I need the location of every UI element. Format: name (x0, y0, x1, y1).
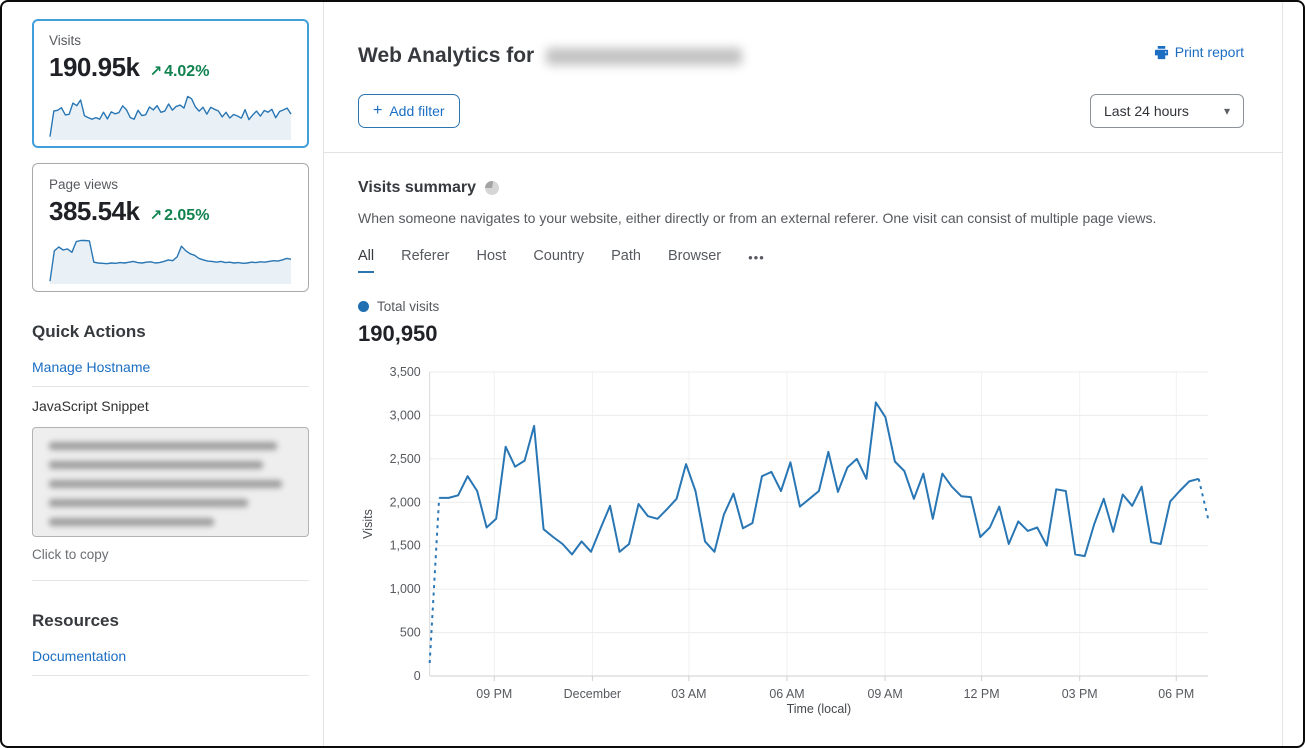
chart-legend: Total visits (358, 299, 1244, 314)
add-filter-button[interactable]: + Add filter (358, 94, 460, 128)
svg-text:December: December (564, 687, 621, 701)
summary-tabs: All Referer Host Country Path Browser ••• (358, 248, 1244, 273)
tab-browser[interactable]: Browser (668, 248, 721, 273)
tab-referer[interactable]: Referer (401, 248, 449, 273)
metric-delta-value: 2.05% (164, 207, 209, 224)
add-filter-label: Add filter (389, 103, 444, 119)
svg-text:3,500: 3,500 (390, 365, 421, 379)
total-visits-value: 190,950 (358, 321, 1244, 347)
svg-text:06 AM: 06 AM (769, 687, 804, 701)
tab-country[interactable]: Country (533, 248, 584, 273)
visits-summary-description: When someone navigates to your website, … (358, 210, 1244, 226)
svg-text:Visits: Visits (361, 509, 375, 539)
svg-text:3,000: 3,000 (390, 408, 421, 422)
svg-text:09 PM: 09 PM (476, 687, 512, 701)
time-range-value: Last 24 hours (1104, 103, 1189, 119)
metric-delta: ↗4.02% (149, 62, 209, 81)
page-title-text: Web Analytics for (358, 44, 534, 68)
snippet-blurred-lines (49, 442, 292, 526)
chevron-down-icon: ▾ (1224, 104, 1230, 118)
app-window: Visits 190.95k ↗4.02% Page views 385.54k… (0, 0, 1305, 748)
svg-text:Time (local): Time (local) (787, 702, 852, 716)
print-report-button[interactable]: Print report (1154, 44, 1244, 60)
main-header: Web Analytics for Print report + Add fil… (324, 2, 1282, 152)
svg-text:0: 0 (414, 669, 421, 683)
resources-heading: Resources (32, 611, 309, 631)
svg-text:12 PM: 12 PM (964, 687, 1000, 701)
svg-text:1,000: 1,000 (390, 582, 421, 596)
svg-text:2,000: 2,000 (390, 495, 421, 509)
tab-path[interactable]: Path (611, 248, 641, 273)
legend-dot-icon (358, 301, 369, 312)
metric-delta-value: 4.02% (164, 63, 209, 80)
svg-text:09 AM: 09 AM (867, 687, 902, 701)
printer-icon (1154, 45, 1169, 60)
main-panel: Web Analytics for Print report + Add fil… (323, 2, 1283, 746)
tab-all[interactable]: All (358, 248, 374, 273)
metric-value: 190.95k (49, 52, 139, 83)
metric-label: Visits (49, 33, 292, 48)
metric-card-page-views[interactable]: Page views 385.54k ↗2.05% (32, 163, 309, 292)
metric-label: Page views (49, 177, 292, 192)
visits-summary-title: Visits summary (358, 179, 476, 197)
svg-text:06 PM: 06 PM (1158, 687, 1194, 701)
page-views-sparkline-chart (49, 233, 292, 285)
metric-delta: ↗2.05% (149, 206, 209, 225)
documentation-row: Documentation (32, 637, 309, 676)
sidebar-divider (32, 580, 309, 581)
pie-chart-icon (485, 181, 499, 195)
svg-text:1,500: 1,500 (390, 539, 421, 553)
time-range-dropdown[interactable]: Last 24 hours ▾ (1090, 94, 1244, 128)
click-to-copy-hint: Click to copy (32, 547, 309, 562)
svg-text:2,500: 2,500 (390, 452, 421, 466)
manage-hostname-link[interactable]: Manage Hostname (32, 359, 150, 375)
svg-text:03 PM: 03 PM (1062, 687, 1098, 701)
trend-up-icon: ↗ (149, 207, 162, 224)
visits-line-chart-svg: 09 PM December 03 AM 06 AM 09 AM 12 PM 03 PM 06… (358, 359, 1242, 717)
sidebar: Visits 190.95k ↗4.02% Page views 385.54k… (2, 2, 323, 746)
svg-text:03 AM: 03 AM (671, 687, 706, 701)
visits-sparkline-chart (49, 89, 292, 141)
quick-actions-heading: Quick Actions (32, 322, 309, 342)
metric-value: 385.54k (49, 196, 139, 227)
more-tabs-button[interactable]: ••• (748, 250, 765, 272)
page-title: Web Analytics for (358, 44, 742, 68)
tab-host[interactable]: Host (476, 248, 506, 273)
snippet-code-redacted[interactable] (32, 427, 309, 537)
javascript-snippet-label: JavaScript Snippet (32, 387, 309, 425)
redacted-domain-blur (546, 48, 742, 65)
metric-card-visits[interactable]: Visits 190.95k ↗4.02% (32, 19, 309, 148)
plus-icon: + (373, 102, 382, 120)
manage-hostname-row: Manage Hostname (32, 348, 309, 387)
visits-chart: 09 PM December 03 AM 06 AM 09 AM 12 PM 03 PM 06… (358, 359, 1244, 717)
print-report-label: Print report (1175, 44, 1244, 60)
trend-up-icon: ↗ (149, 63, 162, 80)
documentation-link[interactable]: Documentation (32, 648, 126, 664)
legend-label: Total visits (377, 299, 439, 314)
visits-summary-section: Visits summary When someone navigates to… (324, 153, 1282, 717)
svg-text:500: 500 (400, 626, 421, 640)
